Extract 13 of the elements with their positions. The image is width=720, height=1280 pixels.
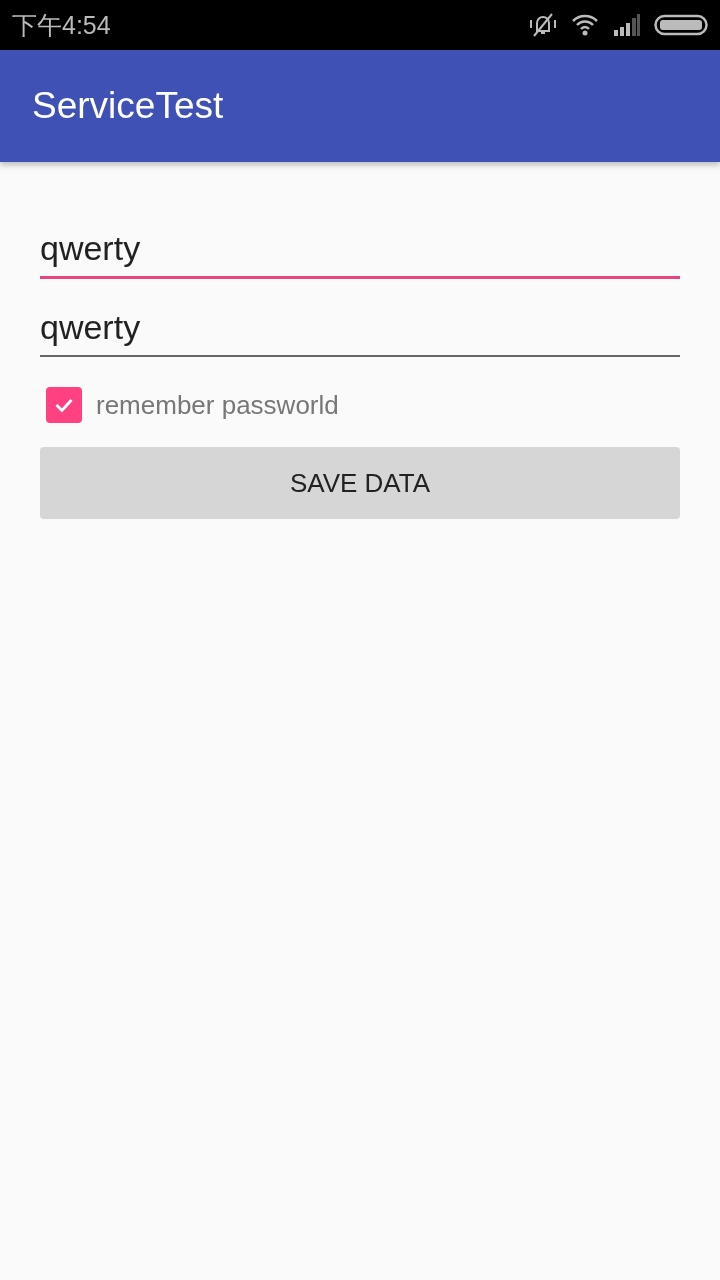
checkbox-label: remember passworld — [96, 389, 339, 421]
field-value: qwerty — [40, 308, 141, 347]
signal-icon — [612, 12, 642, 38]
text-field[interactable]: qwerty — [40, 218, 680, 279]
wifi-icon — [570, 12, 600, 38]
clock-time: 下午4:54 — [12, 9, 111, 41]
text-field[interactable]: qwerty — [40, 297, 680, 357]
muted-bell-icon — [528, 12, 558, 38]
field-value: qwerty — [40, 229, 141, 268]
app-title: ServiceTest — [32, 85, 224, 127]
save-button[interactable]: SAVE DATA — [40, 447, 680, 519]
battery-icon — [654, 13, 708, 37]
checkbox[interactable] — [46, 387, 82, 423]
